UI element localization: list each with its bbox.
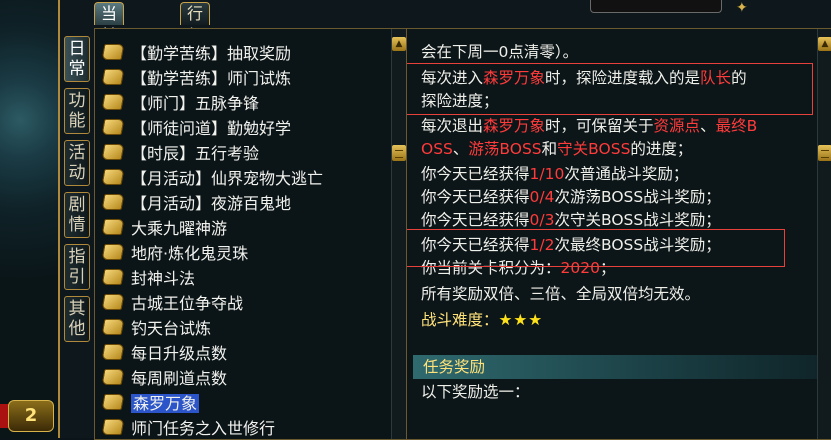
quest-item-selected[interactable]: 森罗万象	[101, 391, 200, 416]
scroll-icon	[101, 219, 125, 235]
side-tab-function[interactable]: 功能	[64, 88, 90, 134]
quest-item[interactable]: 【师门】五脉争锋	[101, 91, 260, 116]
side-tab-other[interactable]: 其他	[64, 296, 90, 342]
scroll-thumb[interactable]	[818, 145, 831, 161]
quest-item[interactable]: 【师徒问道】勤勉好学	[101, 116, 292, 141]
quest-label: 每日升级点数	[131, 344, 228, 363]
detail-line: 每次退出森罗万象时，可保留关于资源点、最终B	[421, 117, 758, 135]
quest-label: 大乘九曜神游	[131, 219, 228, 238]
scroll-up-icon[interactable]: ▲	[392, 37, 406, 51]
difficulty-line: 战斗难度：★★★	[421, 311, 544, 329]
category-tabs: 日常 功能 活动 剧情 指引 其他	[64, 36, 92, 348]
detail-line: 你今天已经获得0/3次守关BOSS战斗奖励；	[421, 211, 721, 229]
level-badge[interactable]: 2	[8, 400, 54, 432]
reward-section-header: 任务奖励	[413, 355, 823, 379]
quest-item[interactable]: 【勤学苦练】师门试炼	[101, 66, 292, 91]
detail-line: 会在下周一0点清零）。	[421, 43, 579, 61]
quest-item[interactable]: 【月活动】夜游百鬼地	[101, 191, 292, 216]
scroll-icon	[101, 94, 125, 110]
quest-label: 【师徒问道】勤勉好学	[131, 119, 292, 138]
quest-label: 【月活动】夜游百鬼地	[131, 194, 292, 213]
quest-item[interactable]: 每日升级点数	[101, 341, 228, 366]
tab-career-quests[interactable]: 行行出状元	[180, 2, 211, 111]
quest-item[interactable]: 每周刷道点数	[101, 366, 228, 391]
side-tab-event[interactable]: 活动	[64, 140, 90, 186]
quest-label: 钓天台试炼	[131, 319, 212, 338]
scroll-up-icon[interactable]: ▲	[818, 37, 831, 51]
game-world-background: 2	[0, 0, 58, 438]
quest-detail: 会在下周一0点清零）。 每次进入森罗万象时，探险进度载入的是队长的 探险进度； …	[406, 28, 831, 440]
quest-label: 【勤学苦练】抽取奖励	[131, 44, 292, 63]
scroll-icon	[101, 119, 125, 135]
quest-item[interactable]: 【月活动】仙界宠物大逃亡	[101, 166, 324, 191]
scroll-icon	[101, 419, 125, 435]
scroll-icon	[101, 269, 125, 285]
quest-list: 【勤学苦练】抽取奖励 【勤学苦练】师门试炼 【师门】五脉争锋 【师徒问道】勤勉好…	[94, 28, 408, 440]
top-frame-box	[590, 0, 722, 13]
scroll-icon	[101, 344, 125, 360]
quest-item[interactable]: 【勤学苦练】抽取奖励	[101, 41, 292, 66]
detail-line: 你今天已经获得1/10次普通战斗奖励；	[421, 165, 689, 183]
scroll-icon	[101, 194, 125, 210]
ornament-icon: ✦	[736, 0, 748, 16]
scroll-icon	[101, 144, 125, 160]
scroll-icon	[101, 369, 125, 385]
quest-item[interactable]: 古城王位争夺战	[101, 291, 244, 316]
quest-label: 【时辰】五行考验	[131, 144, 260, 163]
quest-label: 地府·炼化鬼灵珠	[131, 244, 249, 263]
quest-label: 【月活动】仙界宠物大逃亡	[131, 169, 324, 188]
quest-item[interactable]: 地府·炼化鬼灵珠	[101, 241, 249, 266]
quest-label: 古城王位争夺战	[131, 294, 244, 313]
quest-label: 师门任务之入世修行	[131, 419, 276, 438]
quest-item[interactable]: 【时辰】五行考验	[101, 141, 260, 166]
scroll-icon	[101, 394, 125, 410]
quest-label: 【师门】五脉争锋	[131, 94, 260, 113]
scroll-icon	[101, 244, 125, 260]
quest-item[interactable]: 师门任务之入世修行	[101, 416, 276, 439]
quest-label: 每周刷道点数	[131, 369, 228, 388]
detail-line: 以下奖励选一：	[421, 383, 530, 401]
scroll-icon	[101, 69, 125, 85]
scroll-thumb[interactable]	[392, 145, 406, 161]
quest-item[interactable]: 大乘九曜神游	[101, 216, 228, 241]
side-tab-daily[interactable]: 日常	[64, 36, 90, 82]
side-tab-guide[interactable]: 指引	[64, 244, 90, 290]
quest-panel: 当前任务 行行出状元 ✦ 日常 功能 活动 剧情 指引 其他 【勤学苦练】抽取奖…	[58, 0, 831, 440]
detail-line: OSS、游荡BOSS和守关BOSS的进度；	[421, 140, 693, 158]
quest-label: 森罗万象	[131, 394, 200, 413]
side-tab-story[interactable]: 剧情	[64, 192, 90, 238]
quest-item[interactable]: 钓天台试炼	[101, 316, 212, 341]
detail-line: 所有奖励双倍、三倍、全局双倍均无效。	[421, 285, 701, 303]
star-rating-icon: ★★★	[498, 311, 544, 329]
quest-item[interactable]: 封神斗法	[101, 266, 196, 291]
quest-list-scrollbar[interactable]: ▲	[391, 29, 406, 439]
scroll-icon	[101, 44, 125, 60]
scroll-icon	[101, 319, 125, 335]
quest-label: 封神斗法	[131, 269, 196, 288]
tab-current-quests[interactable]: 当前任务	[94, 2, 125, 89]
detail-scrollbar[interactable]: ▲	[817, 29, 831, 439]
annotation-box-final-boss	[407, 229, 785, 267]
quest-label: 【勤学苦练】师门试炼	[131, 69, 292, 88]
detail-line: 你今天已经获得0/4次游荡BOSS战斗奖励；	[421, 188, 721, 206]
annotation-box-party-leader	[407, 63, 813, 115]
scroll-icon	[101, 294, 125, 310]
scroll-icon	[101, 169, 125, 185]
